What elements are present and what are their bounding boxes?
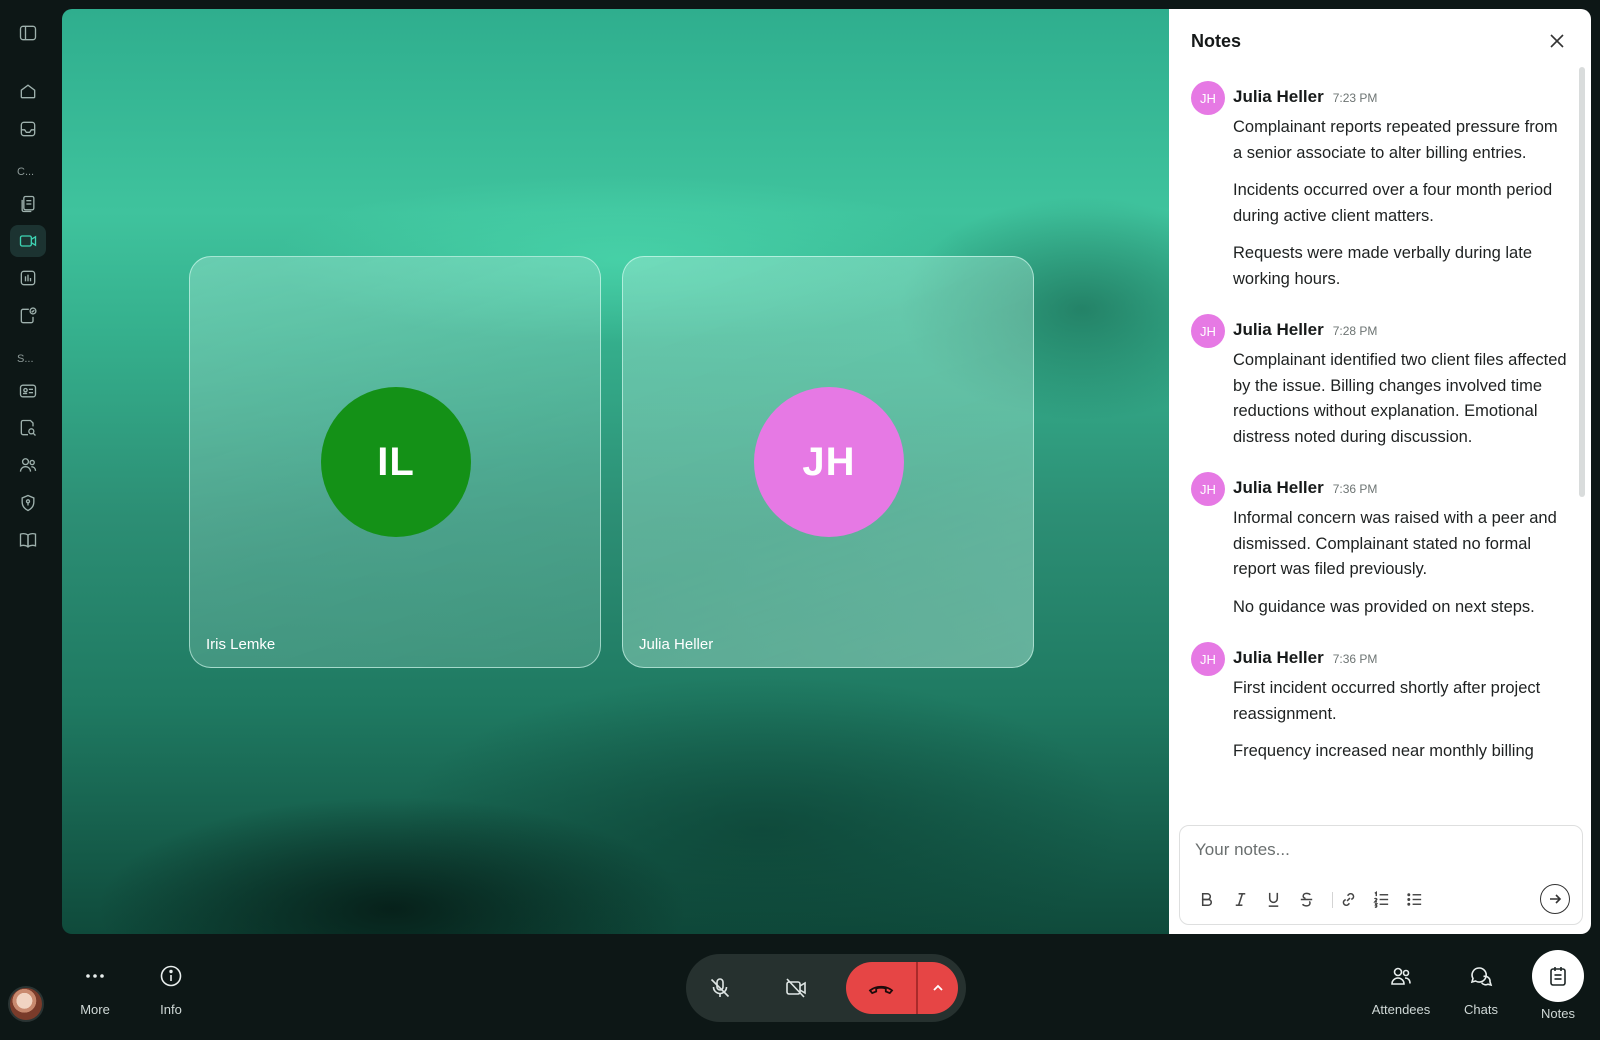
hangup-button[interactable] [846, 962, 916, 1014]
note-author-avatar: JH [1191, 472, 1225, 506]
note-text: Incidents occurred over a four month per… [1233, 181, 1553, 225]
note-text: Complainant reports repeated pressure fr… [1233, 118, 1558, 162]
inbox-icon[interactable] [10, 113, 46, 145]
note-text: First incident occurred shortly after pr… [1233, 679, 1541, 723]
sidebar-section-label: C... [17, 166, 35, 178]
call-options-button[interactable] [918, 962, 958, 1014]
verified-file-icon[interactable] [10, 300, 46, 332]
notes-panel: Notes JH Julia Heller 7:23 PM Complainan… [1169, 9, 1591, 934]
note-item: JH Julia Heller 7:36 PM Informal concern… [1169, 472, 1591, 620]
attendees-label: Attendees [1371, 1002, 1431, 1017]
camera-off-icon [786, 978, 806, 998]
chevron-up-icon [933, 984, 943, 991]
note-author-avatar: JH [1191, 81, 1225, 115]
note-author: Julia Heller [1233, 320, 1324, 339]
shield-icon[interactable] [10, 487, 46, 519]
hangup-group [846, 962, 958, 1014]
note-time: 7:36 PM [1332, 652, 1378, 666]
notes-input[interactable] [1195, 840, 1565, 860]
participant-avatar: IL [321, 387, 471, 537]
info-button[interactable]: Info [136, 960, 206, 1017]
chats-icon [1465, 960, 1497, 992]
notes-scrollbar[interactable] [1579, 67, 1585, 497]
participant-name: Iris Lemke [206, 636, 276, 653]
attendees-button[interactable]: Attendees [1366, 960, 1436, 1017]
note-author: Julia Heller [1233, 478, 1324, 497]
note-text: Informal concern was raised with a peer … [1233, 509, 1557, 578]
more-dots-icon [79, 960, 111, 992]
mic-off-button[interactable] [698, 966, 742, 1010]
toolbar-divider [1332, 892, 1333, 908]
left-sidebar: C... S... [0, 0, 56, 940]
book-icon[interactable] [10, 524, 46, 556]
info-icon [155, 960, 187, 992]
chats-label: Chats [1464, 1002, 1498, 1017]
phone-hangup-icon [868, 985, 894, 995]
users-icon[interactable] [10, 449, 46, 481]
note-time: 7:36 PM [1332, 482, 1378, 496]
notes-composer [1179, 825, 1583, 925]
strikethrough-icon[interactable] [1293, 886, 1319, 912]
notes-label: Notes [1541, 1006, 1575, 1021]
note-author-avatar: JH [1191, 314, 1225, 348]
notes-panel-title: Notes [1191, 31, 1242, 51]
note-item: JH Julia Heller 7:28 PM Complainant iden… [1169, 314, 1591, 450]
underline-icon[interactable] [1260, 886, 1286, 912]
participant-name: Julia Heller [639, 636, 714, 653]
video-stage: IL Iris Lemke JH Julia Heller [62, 9, 1169, 934]
note-text: Frequency increased near monthly billing [1233, 742, 1534, 760]
note-text: Complainant identified two client files … [1233, 351, 1567, 446]
send-note-button[interactable] [1540, 884, 1570, 914]
notes-icon [1532, 950, 1584, 1002]
ordered-list-icon[interactable] [1368, 886, 1394, 912]
participant-tile[interactable]: IL Iris Lemke [189, 256, 601, 668]
call-toolbar: More Info Attendees Chats Notes [0, 940, 1600, 1040]
notes-list[interactable]: JH Julia Heller 7:23 PM Complainant repo… [1169, 71, 1591, 826]
link-icon[interactable] [1335, 886, 1361, 912]
italic-icon[interactable] [1227, 886, 1253, 912]
chats-button[interactable]: Chats [1446, 960, 1516, 1017]
note-author: Julia Heller [1233, 648, 1324, 667]
bold-icon[interactable] [1193, 886, 1219, 912]
note-text: Requests were made verbally during late … [1233, 244, 1532, 288]
video-call-icon[interactable] [10, 225, 46, 257]
note-item: JH Julia Heller 7:23 PM Complainant repo… [1169, 81, 1591, 292]
analytics-icon[interactable] [10, 262, 46, 294]
attendees-icon [1385, 960, 1417, 992]
participant-initials: IL [377, 439, 415, 484]
documents-icon[interactable] [10, 188, 46, 220]
bullet-list-icon[interactable] [1401, 886, 1427, 912]
more-label: More [80, 1002, 110, 1017]
participant-tile[interactable]: JH Julia Heller [622, 256, 1034, 668]
participant-avatar: JH [754, 387, 904, 537]
mic-off-icon [710, 978, 730, 998]
home-icon[interactable] [10, 75, 46, 107]
note-item: JH Julia Heller 7:36 PM First incident o… [1169, 642, 1591, 765]
sidebar-toggle-icon[interactable] [10, 17, 46, 49]
camera-off-button[interactable] [774, 966, 818, 1010]
participant-initials: JH [802, 439, 856, 484]
call-controls [686, 954, 966, 1022]
note-time: 7:23 PM [1332, 91, 1378, 105]
arrow-right-icon [1550, 894, 1562, 904]
notes-button[interactable]: Notes [1523, 950, 1593, 1021]
id-card-icon[interactable] [10, 375, 46, 407]
user-avatar[interactable] [8, 986, 44, 1022]
more-button[interactable]: More [60, 960, 130, 1017]
note-author: Julia Heller [1233, 87, 1324, 106]
info-label: Info [160, 1002, 182, 1017]
note-text: No guidance was provided on next steps. [1233, 597, 1535, 616]
close-icon[interactable] [1545, 29, 1569, 53]
search-document-icon[interactable] [10, 412, 46, 444]
note-time: 7:28 PM [1332, 324, 1378, 338]
sidebar-section-label: S... [17, 353, 34, 365]
note-author-avatar: JH [1191, 642, 1225, 676]
